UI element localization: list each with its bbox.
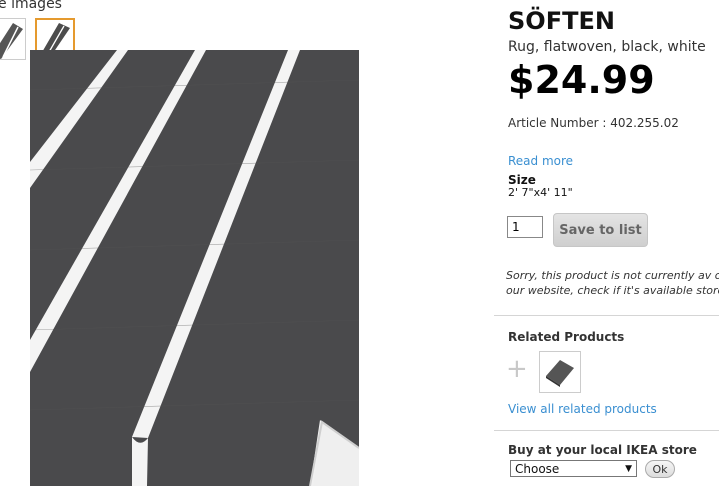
- availability-note: Sorry, this product is not currently av …: [506, 269, 719, 297]
- divider: [494, 315, 719, 316]
- store-select[interactable]: Choose ▼: [510, 460, 637, 477]
- size-value: 2' 7"x4' 11": [508, 186, 573, 199]
- quantity-input[interactable]: [507, 216, 543, 238]
- article-number: Article Number : 402.255.02: [508, 116, 679, 130]
- store-select-value: Choose: [515, 461, 560, 476]
- rug-thumbnail-image: [0, 19, 25, 59]
- save-to-list-button[interactable]: Save to list: [553, 213, 648, 247]
- rug-thumbnail-image: [546, 360, 574, 387]
- thumbnail-1[interactable]: [0, 18, 26, 60]
- view-all-related-link[interactable]: View all related products: [508, 402, 657, 416]
- rug-product-photo: [30, 50, 359, 486]
- divider: [494, 430, 719, 431]
- related-products-title: Related Products: [508, 330, 625, 344]
- related-product-thumbnail[interactable]: [539, 351, 581, 393]
- product-title: SÖFTEN: [508, 7, 615, 35]
- read-more-link[interactable]: Read more: [508, 154, 573, 168]
- ok-button[interactable]: Ok: [645, 460, 675, 478]
- product-price: $24.99: [508, 58, 655, 102]
- size-label: Size: [508, 173, 536, 187]
- product-main-image[interactable]: [30, 50, 359, 486]
- local-store-title: Buy at your local IKEA store: [508, 443, 697, 457]
- plus-icon: +: [506, 354, 528, 384]
- more-images-label: ore images: [0, 0, 62, 12]
- dropdown-arrow-icon: ▼: [625, 463, 632, 474]
- product-description: Rug, flatwoven, black, white: [508, 39, 706, 55]
